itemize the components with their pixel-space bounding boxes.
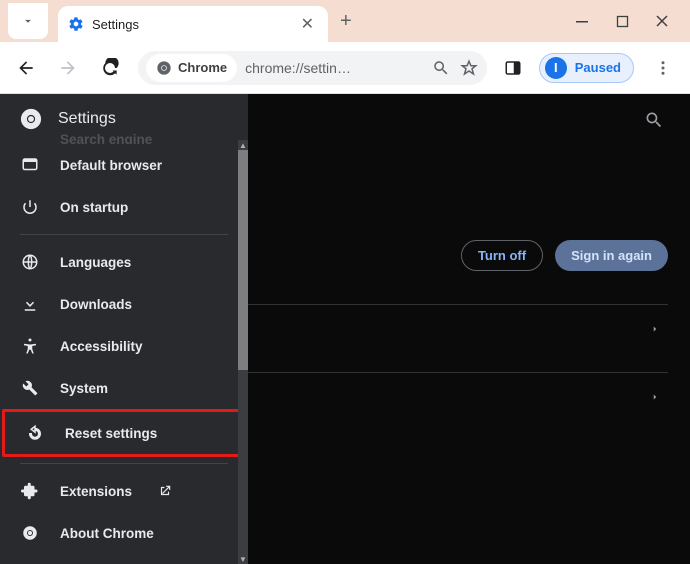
scrollbar-thumb[interactable] xyxy=(238,150,248,370)
settings-list-row[interactable] xyxy=(248,304,668,352)
chevron-down-icon xyxy=(21,14,35,28)
settings-list-row[interactable] xyxy=(248,372,668,420)
profile-paused-pill[interactable]: I Paused xyxy=(539,53,634,83)
sidebar-item-label: Downloads xyxy=(60,297,132,312)
sync-action-row: Turn off Sign in again xyxy=(461,240,668,271)
tab-search-dropdown[interactable] xyxy=(8,3,48,39)
omnibox[interactable]: Chrome chrome://settin… xyxy=(138,51,487,85)
sidebar-item-label: Reset settings xyxy=(65,426,157,441)
gear-icon xyxy=(68,16,84,32)
sidebar-item-label: Extensions xyxy=(60,484,132,499)
globe-icon xyxy=(20,252,40,272)
reload-button[interactable] xyxy=(96,54,124,82)
turn-off-button[interactable]: Turn off xyxy=(461,240,543,271)
bookmark-icon[interactable] xyxy=(459,58,479,78)
wrench-icon xyxy=(20,378,40,398)
open-in-new-icon xyxy=(158,484,172,498)
titlebar: Settings ✕ + xyxy=(0,0,690,42)
omnibox-url: chrome://settin… xyxy=(245,60,423,76)
sidebar-item-downloads[interactable]: Downloads xyxy=(0,283,248,325)
forward-button[interactable] xyxy=(54,54,82,82)
back-button[interactable] xyxy=(12,54,40,82)
minimize-button[interactable] xyxy=(572,11,592,31)
sidebar-item-label: About Chrome xyxy=(60,526,154,541)
chrome-logo-icon xyxy=(20,523,40,543)
sidebar-title: Settings xyxy=(58,110,116,128)
sidebar-divider xyxy=(20,463,228,464)
settings-search-button[interactable] xyxy=(644,110,664,130)
close-window-button[interactable] xyxy=(652,11,672,31)
sidebar-scroll: Search engine Default browser On startup… xyxy=(0,134,248,564)
window-controls xyxy=(572,11,690,31)
download-icon xyxy=(20,294,40,314)
sidebar-item-label: Accessibility xyxy=(60,339,143,354)
maximize-button[interactable] xyxy=(612,11,632,31)
sidebar-divider xyxy=(20,234,228,235)
sidebar-item-label: On startup xyxy=(60,200,128,215)
settings-sidebar: Settings Search engine Default browser O… xyxy=(0,94,248,564)
toolbar: Chrome chrome://settin… I Paused xyxy=(0,42,690,94)
search-icon xyxy=(20,134,40,144)
chrome-menu-button[interactable] xyxy=(648,59,678,77)
chrome-logo-icon xyxy=(156,60,172,76)
avatar: I xyxy=(545,57,567,79)
sidebar-item-label: Default browser xyxy=(60,158,162,173)
sidebar-item-extensions[interactable]: Extensions xyxy=(0,470,248,512)
sidebar-item-default-browser[interactable]: Default browser xyxy=(0,144,248,186)
sidebar-scrollbar[interactable]: ▲ ▼ xyxy=(238,150,248,564)
zoom-icon[interactable] xyxy=(431,58,451,78)
default-browser-icon xyxy=(20,155,40,175)
settings-main: Turn off Sign in again xyxy=(248,94,690,564)
extension-icon xyxy=(20,481,40,501)
browser-tab[interactable]: Settings ✕ xyxy=(58,6,328,42)
paused-label: Paused xyxy=(575,60,621,75)
side-panel-toggle[interactable] xyxy=(501,56,525,80)
sidebar-item-on-startup[interactable]: On startup xyxy=(0,186,248,228)
tab-close-button[interactable]: ✕ xyxy=(297,12,318,36)
sidebar-item-languages[interactable]: Languages xyxy=(0,241,248,283)
new-tab-button[interactable]: + xyxy=(340,10,352,33)
chevron-right-icon xyxy=(650,322,660,336)
sidebar-item-system[interactable]: System xyxy=(0,367,248,409)
chrome-chip-label: Chrome xyxy=(178,60,227,75)
tab-title: Settings xyxy=(92,17,297,32)
sidebar-item-label: Languages xyxy=(60,255,131,270)
chevron-right-icon xyxy=(650,390,660,404)
sidebar-item-label: System xyxy=(60,381,108,396)
chrome-chip: Chrome xyxy=(146,54,237,82)
sidebar-item-reset-settings[interactable]: Reset settings xyxy=(2,409,246,457)
reset-icon xyxy=(25,423,45,443)
sidebar-item-accessibility[interactable]: Accessibility xyxy=(0,325,248,367)
accessibility-icon xyxy=(20,336,40,356)
sidebar-item-label: Search engine xyxy=(60,134,152,144)
settings-page: Settings Search engine Default browser O… xyxy=(0,94,690,564)
power-icon xyxy=(20,197,40,217)
chrome-logo-icon xyxy=(20,108,42,130)
sign-in-again-button[interactable]: Sign in again xyxy=(555,240,668,271)
sidebar-item-about-chrome[interactable]: About Chrome xyxy=(0,512,248,554)
sidebar-item-search-engine[interactable]: Search engine xyxy=(0,134,248,144)
